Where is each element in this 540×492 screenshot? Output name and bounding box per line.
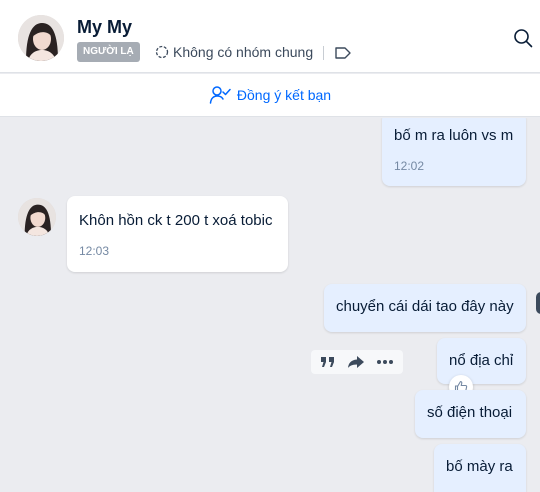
sender-avatar[interactable] [18,198,56,236]
message-bubble[interactable]: bố m ra luôn vs m 12:02 [382,118,526,186]
tag-icon[interactable] [334,45,352,61]
message-bubble[interactable]: bố mày ra [434,444,526,492]
message-text: chuyển cái dái tao đây này [336,298,514,315]
message-time: 12:02 [394,159,425,173]
stranger-badge: NGƯỜI LẠ [77,42,140,62]
search-icon[interactable] [513,28,533,48]
message-bubble[interactable]: Khôn hồn ck t 200 t xoá tobic 12:03 [67,196,288,272]
friend-request-bar: Đồng ý kết bạn [0,74,540,117]
scroll-handle[interactable] [536,292,540,314]
contact-avatar[interactable] [18,15,64,61]
chat-header: My My NGƯỜI LẠ Không có nhóm chung [0,0,540,73]
message-bubble[interactable]: chuyển cái dái tao đây này [324,284,526,332]
message-text: bố mày ra [446,458,513,475]
chat-area[interactable]: bố m ra luôn vs m 12:02 Khôn hồn ck t 20… [0,118,540,492]
contact-name[interactable]: My My [77,17,132,38]
accept-friend-button[interactable]: Đồng ý kết bạn [209,85,331,105]
message-text: số điện thoại [427,404,513,421]
group-circle-icon [155,45,169,59]
message-text: nổ địa chỉ [449,352,514,369]
header-divider [323,46,324,60]
message-bubble[interactable]: nổ địa chỉ [437,338,526,384]
quote-icon[interactable] [320,355,336,369]
accept-friend-label: Đồng ý kết bạn [236,87,332,103]
forward-icon[interactable] [347,355,365,369]
common-group-text: Không có nhóm chung [173,44,314,60]
user-check-icon [209,86,231,104]
message-time: 12:03 [79,244,110,258]
more-icon[interactable] [376,359,394,365]
common-group-info[interactable]: Không có nhóm chung [155,44,313,60]
message-bubble[interactable]: số điện thoại [415,390,526,438]
message-text: Khôn hồn ck t 200 t xoá tobic [79,212,273,229]
message-text: bố m ra luôn vs m [394,127,514,144]
message-actions [311,350,403,374]
